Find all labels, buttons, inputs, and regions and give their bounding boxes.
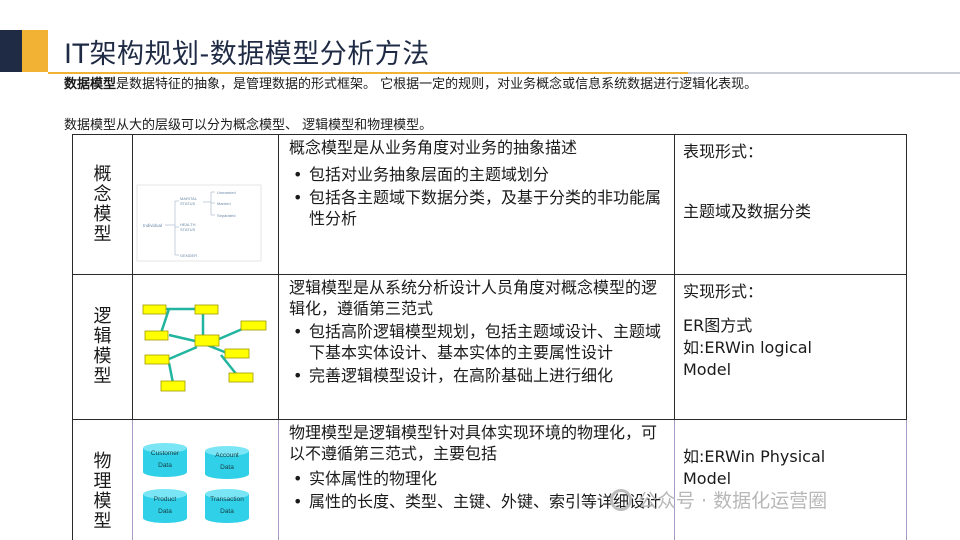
intro-bold-term: 数据模型 xyxy=(64,77,117,92)
database-icons: Customer Data Account Data Product Data xyxy=(143,443,249,523)
logical-form-line: Model xyxy=(683,360,732,379)
er-entity-box xyxy=(228,372,254,383)
physical-form-cell: 如:ERWin Physical Model xyxy=(674,419,907,540)
logical-form-cell: 实现形式： ER图方式 如:ERWin logical Model xyxy=(674,274,907,420)
conceptual-diagram-cell: Individual MARITAL STATUS HEALTH STATUS … xyxy=(132,134,279,275)
intro-levels-text: 数据模型从大的层级可以分为概念模型、 逻辑模型和物理模型。 xyxy=(64,118,433,133)
tree-leaf-label: Separated xyxy=(217,213,235,218)
physical-diagram-cell: Customer Data Account Data Product Data xyxy=(132,419,279,540)
database-icon: Customer Data xyxy=(143,443,187,477)
row-label-cell: 逻辑模型 xyxy=(72,274,133,420)
db-label: Customer xyxy=(151,450,180,457)
list-item: 包括各主题域下数据分类，及基于分类的非功能属性分析 xyxy=(289,187,666,229)
conceptual-form-title: 表现形式： xyxy=(683,142,764,161)
er-entity-box xyxy=(240,320,267,331)
logical-form-title: 实现形式： xyxy=(683,282,764,301)
er-diagram xyxy=(142,304,267,392)
tree-branch-label: STATUS xyxy=(180,201,196,206)
row-label-physical: 物理模型 xyxy=(93,451,112,532)
er-entity-box xyxy=(144,330,169,341)
row-label-cell: 概念模型 xyxy=(72,134,133,275)
db-label: Data xyxy=(158,462,172,469)
list-item: 包括对业务抽象层面的主题域划分 xyxy=(289,164,666,185)
table-row-logical: 逻辑模型 逻辑模型是从系统分析设计人员角度对概念模型的逻辑化，遵循第三范式 • … xyxy=(72,274,907,420)
title-accent-navy xyxy=(0,30,22,72)
row-label-conceptual: 概念模型 xyxy=(93,163,112,245)
list-item: 完善逻辑模型设计，在高阶基础上进行细化 xyxy=(289,365,666,386)
tree-root-label: Individual xyxy=(143,223,162,228)
intro-text: 是数据特征的抽象，是管理数据的形式框架。 它根据一定的规则，对业务概念或信息系统… xyxy=(116,77,758,92)
title-underline-gray xyxy=(688,72,960,74)
physical-description-cell: 物理模型是逻辑模型针对具体实现环境的物理化，可以不遵循第三范式，主要包括 实体属… xyxy=(278,419,675,540)
watermark: 公众号 · 数据化运营圈 xyxy=(610,486,827,513)
intro-paragraph: 数据模型是数据特征的抽象，是管理数据的形式框架。 它根据一定的规则，对业务概念或… xyxy=(64,76,924,93)
conceptual-tree-diagram: Individual MARITAL STATUS HEALTH STATUS … xyxy=(136,184,262,262)
database-icon: Product Data xyxy=(143,489,187,523)
db-label: Transaction xyxy=(210,496,244,503)
logical-diagram-cell xyxy=(132,274,279,420)
logical-description-cell: 逻辑模型是从系统分析设计人员角度对概念模型的逻辑化，遵循第三范式 包括高阶逻辑模… xyxy=(278,274,675,420)
db-label: Data xyxy=(158,508,172,515)
conceptual-bullet-list: 包括对业务抽象层面的主题域划分 包括各主题域下数据分类，及基于分类的非功能属性分… xyxy=(289,164,666,229)
tree-branch-label: STATUS xyxy=(180,227,196,232)
er-entity-box xyxy=(160,380,186,392)
tree-branch-label: GENDER xyxy=(180,253,197,258)
er-entity-box xyxy=(224,348,250,359)
database-icon: Transaction Data xyxy=(205,489,249,523)
title-bar: IT架构规划-数据模型分析方法 xyxy=(0,30,960,74)
row-label-cell: 物理模型 xyxy=(72,419,133,540)
er-entity-box xyxy=(144,354,170,365)
title-accent-gold xyxy=(22,30,48,72)
er-entities xyxy=(142,304,267,392)
list-item: 包括高阶逻辑模型规划，包括主题域设计、主题域下基本实体设计、基本实体的主要属性设… xyxy=(289,321,666,363)
er-entity-box xyxy=(194,304,219,315)
conceptual-form-cell: 表现形式： 主题域及数据分类 xyxy=(674,134,907,275)
db-label: Data xyxy=(220,464,234,471)
table-row-physical: 物理模型 Customer Data Account Data Product … xyxy=(72,419,907,540)
conceptual-form-line: 主题域及数据分类 xyxy=(683,202,812,221)
title-underline-gold xyxy=(48,72,688,74)
db-label: Data xyxy=(220,508,234,515)
conceptual-desc-head: 概念模型是从业务角度对业务的抽象描述 xyxy=(289,138,578,157)
tree-leaf-label: Married xyxy=(217,201,231,206)
logical-form-line: 如:ERWin logical xyxy=(683,338,812,357)
watermark-text: 公众号 · 数据化运营圈 xyxy=(638,490,828,512)
database-icon: Account Data xyxy=(205,446,249,479)
physical-form-line: 如:ERWin Physical xyxy=(683,447,826,466)
conceptual-description-cell: 概念模型是从业务角度对业务的抽象描述 包括对业务抽象层面的主题域划分 包括各主题… xyxy=(278,134,675,275)
db-label: Account xyxy=(215,452,239,459)
er-entity-box xyxy=(194,334,220,347)
er-entity-box xyxy=(142,304,167,315)
physical-desc-head: 物理模型是逻辑模型针对具体实现环境的物理化，可以不遵循第三范式，主要包括 xyxy=(289,423,658,463)
wechat-icon xyxy=(610,489,632,511)
logical-form-line: ER图方式 xyxy=(683,316,753,335)
data-model-table: 概念模型 Individual MARITAL STATUS HEALTH ST… xyxy=(72,134,907,540)
logical-bullet-list: 包括高阶逻辑模型规划，包括主题域设计、主题域下基本实体设计、基本实体的主要属性设… xyxy=(289,321,666,386)
page-title: IT架构规划-数据模型分析方法 xyxy=(64,39,430,70)
tree-leaf-label: Unmarried xyxy=(217,190,236,195)
db-label: Product xyxy=(154,496,177,503)
row-label-logical: 逻辑模型 xyxy=(93,306,112,387)
logical-desc-head: 逻辑模型是从系统分析设计人员角度对概念模型的逻辑化，遵循第三范式 xyxy=(289,278,658,318)
table-row-conceptual: 概念模型 Individual MARITAL STATUS HEALTH ST… xyxy=(72,134,907,275)
